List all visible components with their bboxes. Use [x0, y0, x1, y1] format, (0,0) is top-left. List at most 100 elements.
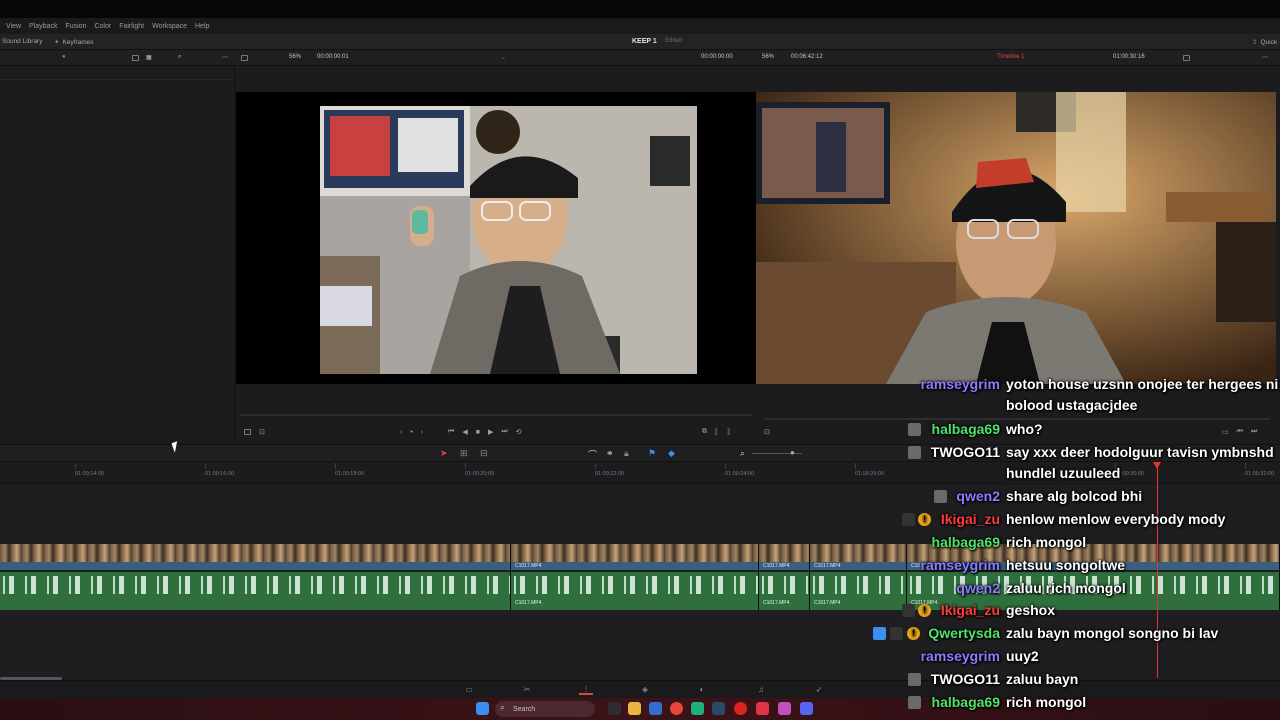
- more-options-icon[interactable]: ⋯: [1262, 54, 1268, 61]
- media-app-icon[interactable]: [756, 702, 769, 715]
- chrome-icon[interactable]: [670, 702, 683, 715]
- chat-username: Ikigai_zu: [940, 602, 1000, 618]
- video-clip[interactable]: [0, 544, 511, 570]
- chat-username: halbaga69: [931, 534, 1000, 550]
- video-clip[interactable]: C1017.MP4: [511, 544, 759, 570]
- stop-icon[interactable]: ■: [476, 429, 480, 436]
- program-timecode: 01:00:30:16: [1113, 54, 1145, 60]
- fusion-page-icon[interactable]: ◈: [638, 684, 652, 695]
- timeline-name-dropdown[interactable]: Timeline 1: [997, 54, 1024, 60]
- audio-clip[interactable]: C1017.MP4: [759, 572, 810, 610]
- settings-app-icon[interactable]: [778, 702, 791, 715]
- windows-start-icon[interactable]: [476, 702, 489, 715]
- program-video-image: [756, 92, 1276, 384]
- transform-icon[interactable]: ⊡: [259, 428, 265, 436]
- sound-library-button[interactable]: Sound Library: [2, 38, 42, 45]
- clip-label: C1017.MP4: [515, 600, 542, 606]
- quick-export-button[interactable]: ⇪ Quick: [1252, 38, 1277, 47]
- opera-icon[interactable]: [734, 702, 747, 715]
- jog-right-icon[interactable]: ›: [421, 429, 423, 436]
- marker-icon[interactable]: ◆: [668, 448, 675, 459]
- source-video-frame: [320, 106, 697, 374]
- blade-tool-icon[interactable]: ⊟: [480, 448, 488, 459]
- keyframes-button[interactable]: ✦ Keyframes: [54, 38, 94, 47]
- resolve-icon[interactable]: [712, 702, 725, 715]
- video-clip[interactable]: C1017.MP4: [759, 544, 810, 570]
- user-avatar-icon: [908, 673, 921, 686]
- zoom-icon[interactable]: ⌕: [740, 448, 745, 459]
- chat-text: rich mongol: [1006, 534, 1087, 550]
- user-avatar-icon: [934, 490, 947, 503]
- flag-icon[interactable]: ⚑: [648, 448, 656, 459]
- loop-icon[interactable]: ⟲: [516, 428, 522, 436]
- chat-text: geshox: [1006, 602, 1056, 618]
- zoom-slider-handle[interactable]: ●: [790, 448, 795, 457]
- aspect-icon[interactable]: [244, 429, 251, 435]
- file-explorer-icon[interactable]: [628, 702, 641, 715]
- clip-label: C1017.MP4: [814, 563, 841, 569]
- program-duration: 00:06:42:12: [791, 54, 823, 60]
- audio-clip[interactable]: [0, 572, 511, 610]
- play-icon[interactable]: ▶: [488, 428, 493, 436]
- source-controls-left: ⊡: [244, 425, 265, 439]
- trim-tool-icon[interactable]: ⊞: [460, 448, 468, 459]
- match-frame-icon[interactable]: ⧉: [702, 428, 707, 436]
- mark-icon[interactable]: ⟦: [715, 428, 718, 436]
- menu-color[interactable]: Color: [94, 23, 111, 30]
- chevron-down-icon[interactable]: ⌄: [501, 54, 506, 61]
- menu-help[interactable]: Help: [195, 23, 209, 30]
- next-edit-icon[interactable]: ⟧: [726, 428, 729, 436]
- ruler-label: 01:00:16:00: [205, 463, 235, 477]
- warning-badge-icon: !: [907, 627, 920, 640]
- menu-playback[interactable]: Playback: [29, 23, 57, 30]
- discord-icon[interactable]: [800, 702, 813, 715]
- transform-icon[interactable]: ⊡: [764, 428, 770, 436]
- search-icon[interactable]: ⌕: [178, 54, 181, 61]
- media-page-icon[interactable]: ▭: [462, 684, 476, 695]
- source-scrub-bar[interactable]: [240, 414, 752, 416]
- color-page-icon[interactable]: ◐: [695, 684, 709, 695]
- chat-text: bolood ustagacjdee: [1006, 397, 1138, 413]
- deliver-page-icon[interactable]: ➶: [812, 684, 826, 695]
- lock-icon[interactable]: 🔒︎: [624, 448, 629, 459]
- list-view-icon[interactable]: [132, 55, 139, 61]
- skip-back-icon[interactable]: ⏮: [448, 428, 454, 436]
- source-zoom[interactable]: 56%: [289, 54, 301, 60]
- source-controls-right: ⧉ ⟦ ⟧: [702, 425, 730, 439]
- task-view-icon[interactable]: [608, 702, 621, 715]
- play-reverse-icon[interactable]: ◀: [462, 428, 467, 436]
- store-icon[interactable]: [649, 702, 662, 715]
- program-video-frame: [756, 92, 1276, 384]
- grid-view-icon[interactable]: ▦: [146, 54, 152, 61]
- snap-icon[interactable]: ⌒: [588, 448, 597, 461]
- skip-forward-icon[interactable]: ⏭: [501, 428, 507, 436]
- more-options-icon[interactable]: ⋯: [222, 54, 228, 61]
- chat-text: share alg bolcod bhi: [1006, 488, 1143, 504]
- menu-fusion[interactable]: Fusion: [65, 23, 86, 30]
- title-strip: [0, 0, 1280, 18]
- app-icon[interactable]: [691, 702, 704, 715]
- layout-icon[interactable]: [241, 55, 248, 61]
- taskbar-search[interactable]: ⌕ Search: [495, 701, 595, 717]
- jog-left-icon[interactable]: ‹: [400, 429, 402, 436]
- monitor-icon[interactable]: [1183, 55, 1190, 61]
- source-transport: ⏮ ◀ ■ ▶ ⏭ ⟲: [448, 425, 522, 439]
- fairlight-page-icon[interactable]: ♫: [754, 684, 768, 695]
- clip-label: C1017.MP4: [814, 600, 841, 606]
- menu-fairlight[interactable]: Fairlight: [119, 23, 144, 30]
- menu-view[interactable]: View: [6, 23, 21, 30]
- program-zoom[interactable]: 56%: [762, 54, 774, 60]
- slider-handle-icon[interactable]: ●: [62, 54, 66, 60]
- edit-page-icon[interactable]: ⫶: [579, 684, 593, 695]
- jog-dot-icon[interactable]: •: [410, 429, 412, 436]
- source-jog-controls: ‹ • ›: [400, 425, 423, 439]
- audio-clip[interactable]: C1017.MP4: [511, 572, 759, 610]
- chat-username: qwen2: [956, 488, 1000, 504]
- selection-tool-icon[interactable]: ➤: [440, 448, 448, 459]
- chat-text: zaluu bayn: [1006, 671, 1079, 687]
- menu-workspace[interactable]: Workspace: [152, 23, 187, 30]
- ruler-label: 01:00:14:00: [75, 463, 105, 477]
- chat-username: ramseygrim: [920, 648, 1000, 664]
- cut-page-icon[interactable]: ✂: [520, 684, 534, 695]
- link-icon[interactable]: ⚭: [606, 448, 614, 459]
